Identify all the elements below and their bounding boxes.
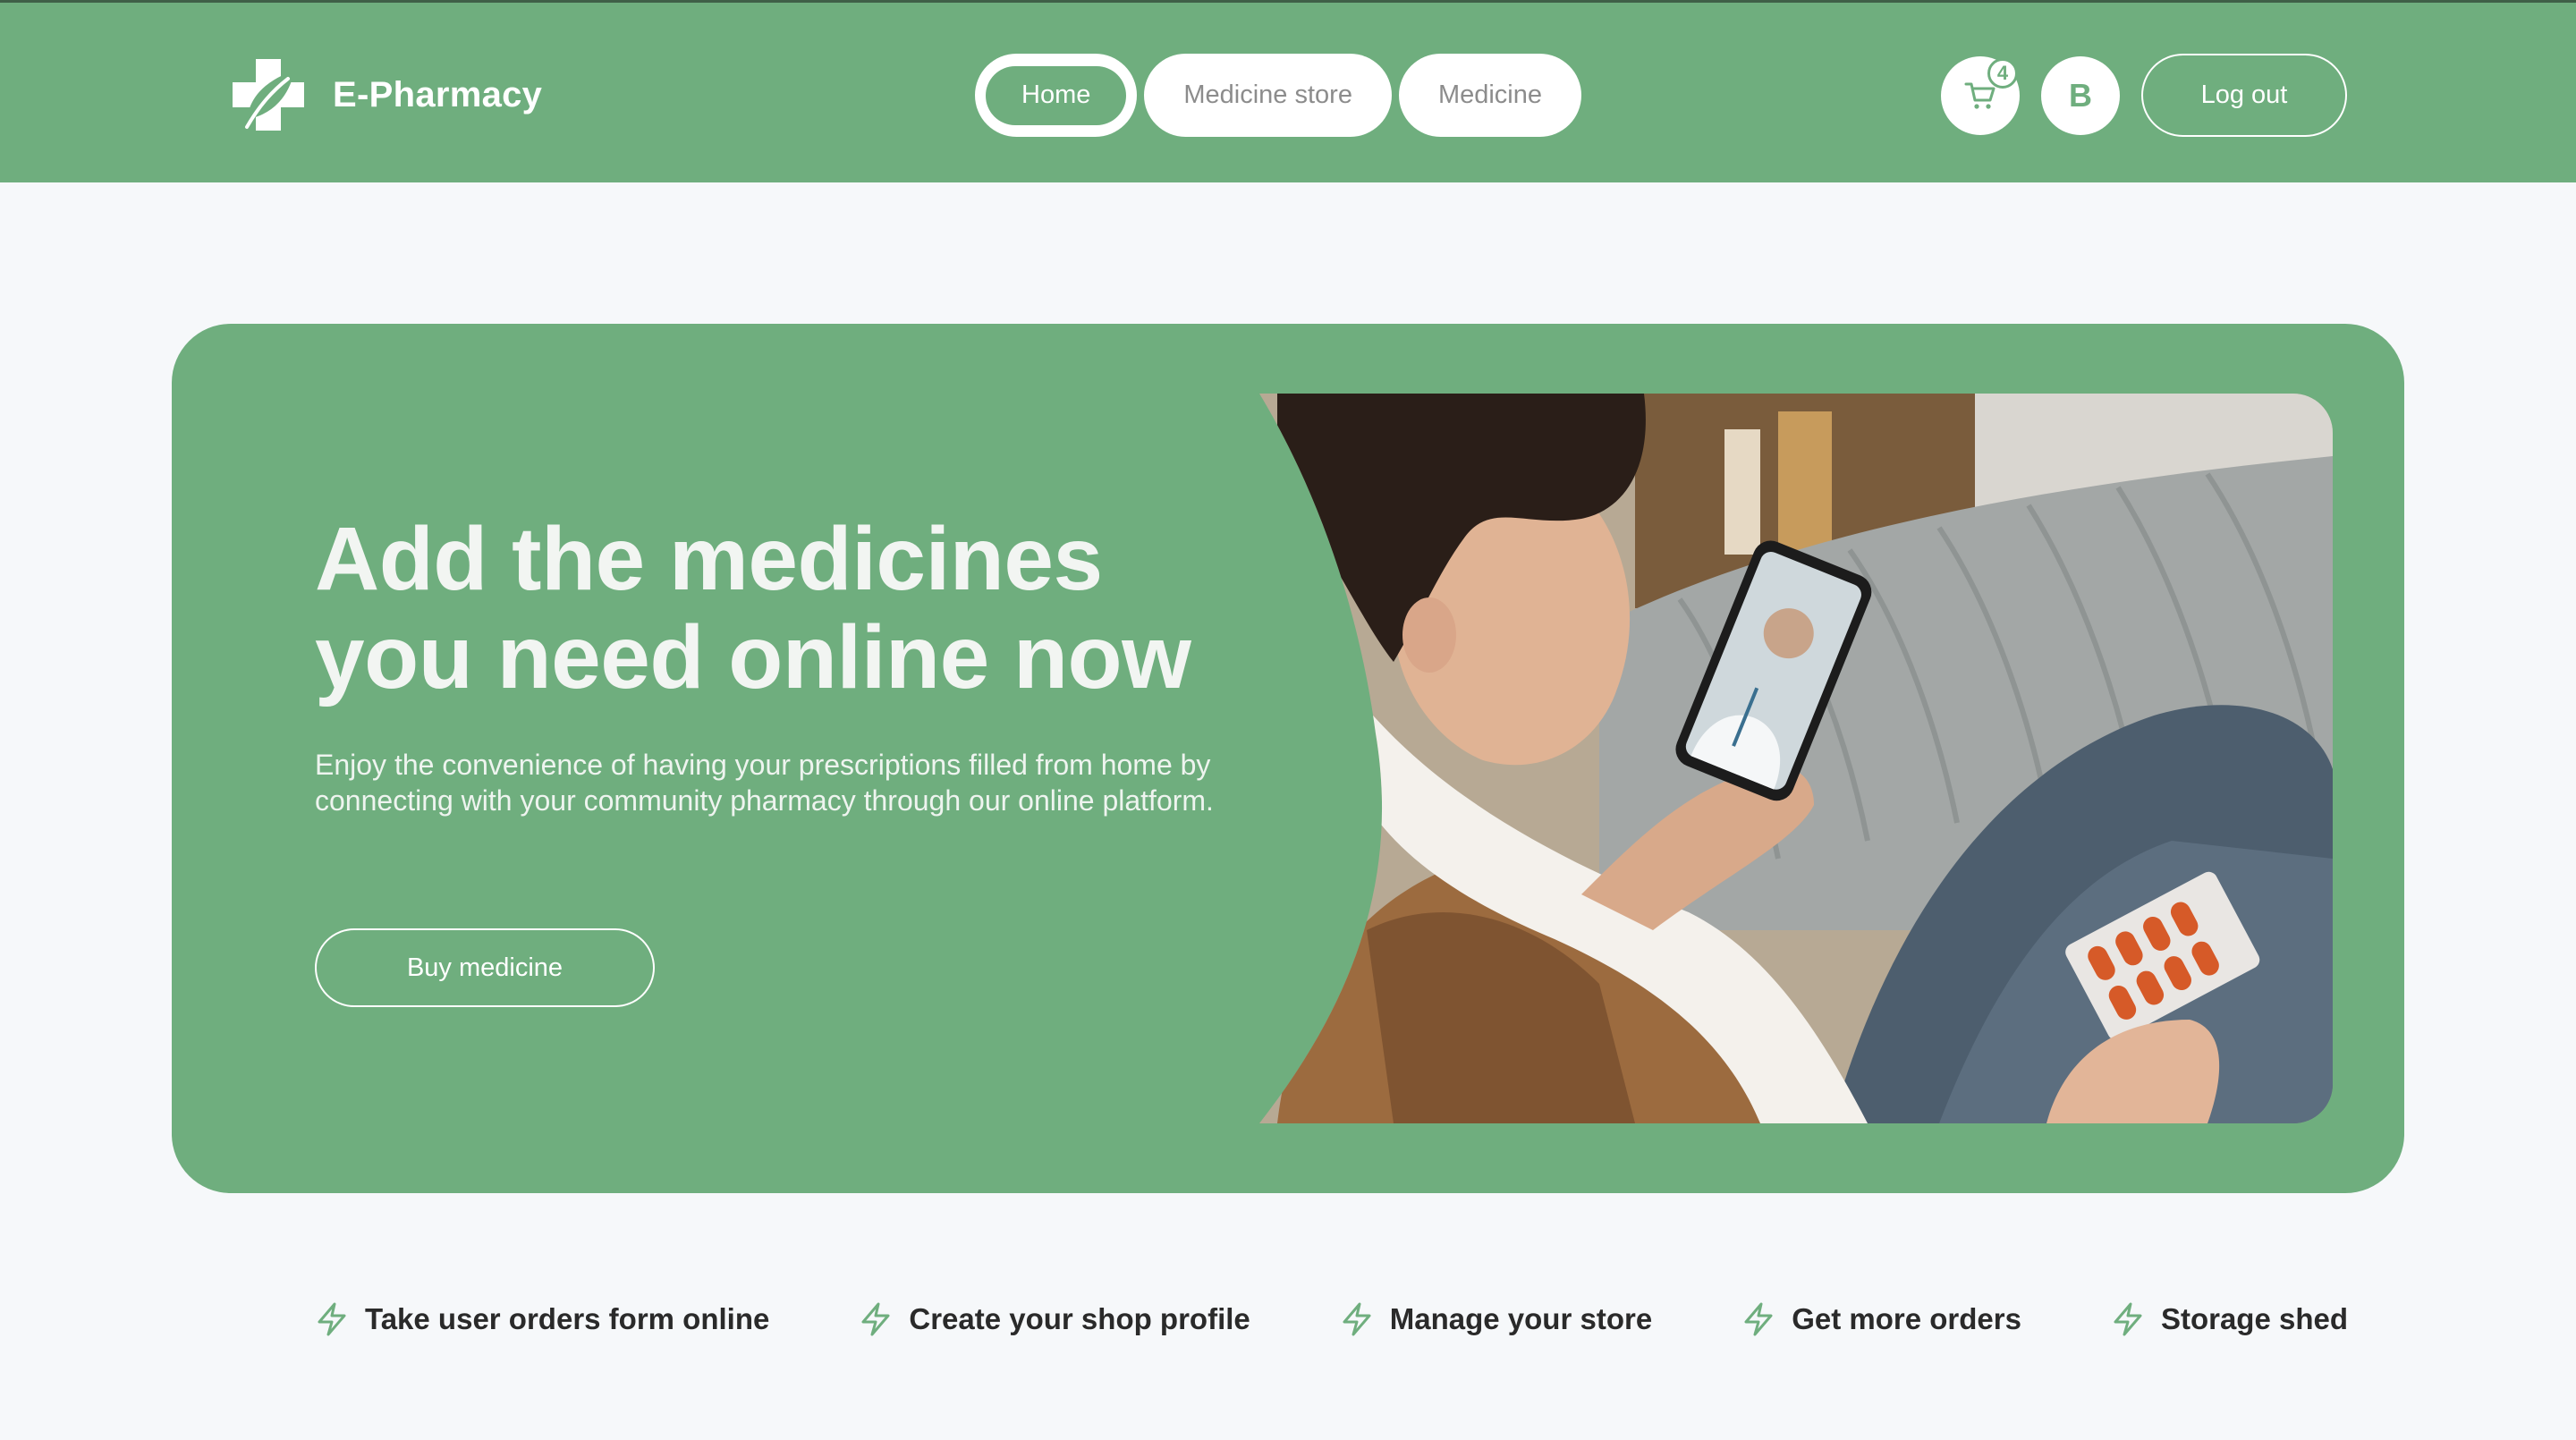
nav-item-home[interactable]: Home bbox=[975, 54, 1138, 137]
lightning-icon bbox=[1343, 1302, 1371, 1336]
feature-label: Storage shed bbox=[2160, 1302, 2348, 1335]
lightning-icon bbox=[2114, 1302, 2142, 1336]
woman-video-call-illustration bbox=[1259, 394, 2333, 1123]
feature-item: Get more orders bbox=[1741, 1301, 2021, 1337]
user-avatar[interactable]: B bbox=[2041, 55, 2120, 135]
lightning-icon bbox=[1744, 1302, 1773, 1336]
leaf-cross-icon bbox=[233, 59, 304, 131]
feature-label: Take user orders form online bbox=[365, 1302, 770, 1335]
brand-logo[interactable]: E-Pharmacy bbox=[229, 55, 542, 135]
top-navbar: E-Pharmacy Home Medicine store Medicine … bbox=[0, 0, 2576, 182]
hero-title-line2: you need online now bbox=[315, 607, 1191, 707]
hero-title: Add the medicines you need online now bbox=[315, 510, 1299, 707]
nav-item-medicine-store[interactable]: Medicine store bbox=[1144, 54, 1392, 137]
cart-count-badge: 4 bbox=[1987, 57, 2018, 89]
feature-label: Create your shop profile bbox=[909, 1302, 1250, 1335]
logout-button[interactable]: Log out bbox=[2141, 54, 2347, 137]
hero-description: Enjoy the convenience of having your pre… bbox=[315, 749, 1214, 817]
nav-item-medicine-store-label: Medicine store bbox=[1183, 80, 1352, 109]
feature-item: Take user orders form online bbox=[315, 1301, 769, 1337]
nav-item-medicine-label: Medicine bbox=[1437, 80, 1543, 109]
nav-item-home-label: Home bbox=[986, 65, 1127, 125]
hero-title-line1: Add the medicines bbox=[315, 509, 1103, 609]
nav-item-medicine[interactable]: Medicine bbox=[1398, 54, 1582, 137]
hero-photo bbox=[1259, 394, 2333, 1123]
hero-banner: Add the medicines you need online now En… bbox=[172, 324, 2404, 1193]
feature-item: Storage shed bbox=[2111, 1301, 2348, 1337]
feature-label: Get more orders bbox=[1792, 1302, 2021, 1335]
feature-list: Take user orders form online Create your… bbox=[315, 1301, 2348, 1337]
header-actions: 4 B Log out bbox=[1941, 54, 2347, 137]
buy-medicine-button[interactable]: Buy medicine bbox=[315, 928, 655, 1007]
cart-button[interactable]: 4 bbox=[1941, 55, 2020, 135]
feature-label: Manage your store bbox=[1389, 1302, 1653, 1335]
lightning-icon bbox=[318, 1302, 346, 1336]
main-nav: Home Medicine store Medicine bbox=[975, 54, 1582, 137]
brand-name: E-Pharmacy bbox=[333, 74, 543, 114]
lightning-icon bbox=[861, 1302, 890, 1336]
feature-item: Manage your store bbox=[1340, 1301, 1652, 1337]
feature-item: Create your shop profile bbox=[859, 1301, 1250, 1337]
